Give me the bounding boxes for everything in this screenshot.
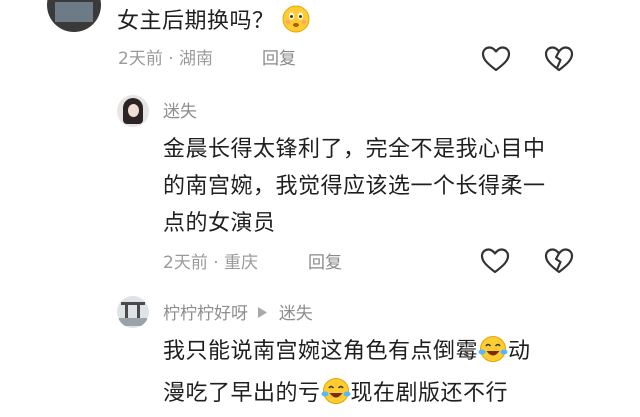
username[interactable]: 迷失 — [163, 101, 197, 123]
comment-meta: 2天前 · 重庆 — [163, 253, 259, 273]
crying-laughing-emoji-icon — [478, 335, 508, 375]
comment-line-part: 漫吃了早出的亏 — [163, 381, 321, 406]
comment-text: 金晨长得太锋利了，完全不是我心目中 的南宫婉，我觉得应该选一个长得柔一 点的女演… — [163, 131, 613, 242]
broken-heart-outline-icon[interactable] — [543, 245, 575, 277]
comment-meta: 2天前 · 湖南 — [118, 49, 214, 69]
broken-heart-outline-icon[interactable] — [543, 43, 575, 75]
reply-button[interactable]: 回复 — [308, 252, 342, 274]
avatar[interactable] — [117, 95, 149, 127]
comment-line: 点的女演员 — [163, 211, 276, 236]
reply-button[interactable]: 回复 — [262, 48, 296, 70]
comment-line: 金晨长得太锋利了，完全不是我心目中 — [163, 137, 546, 162]
comment-text: 女主后期换吗？ — [117, 3, 310, 45]
comment-line-part: 现在剧版还不行 — [350, 381, 509, 406]
heart-outline-icon[interactable] — [480, 43, 512, 75]
reply-to-username[interactable]: 迷失 — [279, 304, 313, 324]
comment-text-content: 女主后期换吗？ — [117, 9, 275, 34]
comment-line: 的南宫婉，我觉得应该选一个长得柔一 — [163, 174, 546, 199]
comment-line-part: 动 — [508, 339, 531, 364]
play-triangle-icon — [258, 302, 268, 324]
reply-header: 柠柠柠好呀 迷失 — [163, 302, 313, 325]
smile-emoji-icon — [282, 5, 310, 45]
comment-line: 我只能说南宫婉这角色有点倒霉 动 — [163, 333, 623, 375]
comment-text: 我只能说南宫婉这角色有点倒霉 动 漫吃了早出的亏 现在剧版还不行 — [163, 333, 623, 417]
heart-outline-icon[interactable] — [479, 245, 511, 277]
crying-laughing-emoji-icon — [321, 377, 351, 417]
avatar[interactable] — [47, 0, 101, 32]
comment-line: 漫吃了早出的亏 现在剧版还不行 — [163, 375, 623, 417]
comment-line-part: 我只能说南宫婉这角色有点倒霉 — [163, 339, 479, 364]
username[interactable]: 柠柠柠好呀 — [163, 304, 248, 324]
avatar[interactable] — [117, 296, 149, 328]
